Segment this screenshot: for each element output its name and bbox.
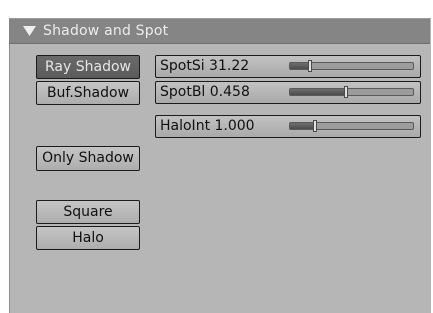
- spot-blend-slider[interactable]: SpotBl 0.458: [155, 81, 421, 104]
- halo-intensity-knob[interactable]: [312, 120, 317, 132]
- spot-size-slider[interactable]: SpotSi 31.22: [155, 55, 421, 78]
- halo-button[interactable]: Halo: [36, 226, 140, 250]
- triangle-down-icon[interactable]: [23, 25, 36, 37]
- only-shadow-button[interactable]: Only Shadow: [36, 146, 140, 171]
- panel-header[interactable]: Shadow and Spot: [9, 18, 430, 44]
- halo-intensity-fill: [290, 123, 315, 129]
- halo-intensity-label: HaloInt 1.000: [160, 118, 255, 134]
- ray-shadow-button[interactable]: Ray Shadow: [36, 55, 140, 79]
- buf-shadow-button[interactable]: Buf.Shadow: [36, 81, 140, 105]
- spot-blend-knob[interactable]: [344, 86, 349, 98]
- spot-size-knob[interactable]: [307, 60, 312, 72]
- square-button[interactable]: Square: [36, 200, 140, 224]
- halo-intensity-track[interactable]: [289, 120, 414, 132]
- panel-title: Shadow and Spot: [43, 23, 169, 39]
- spot-size-track[interactable]: [289, 60, 414, 72]
- spot-blend-label: SpotBl 0.458: [160, 84, 250, 100]
- halo-intensity-slider[interactable]: HaloInt 1.000: [155, 115, 421, 138]
- spot-size-label: SpotSi 31.22: [160, 58, 250, 74]
- spot-blend-fill: [290, 89, 347, 95]
- spot-blend-track[interactable]: [289, 86, 414, 98]
